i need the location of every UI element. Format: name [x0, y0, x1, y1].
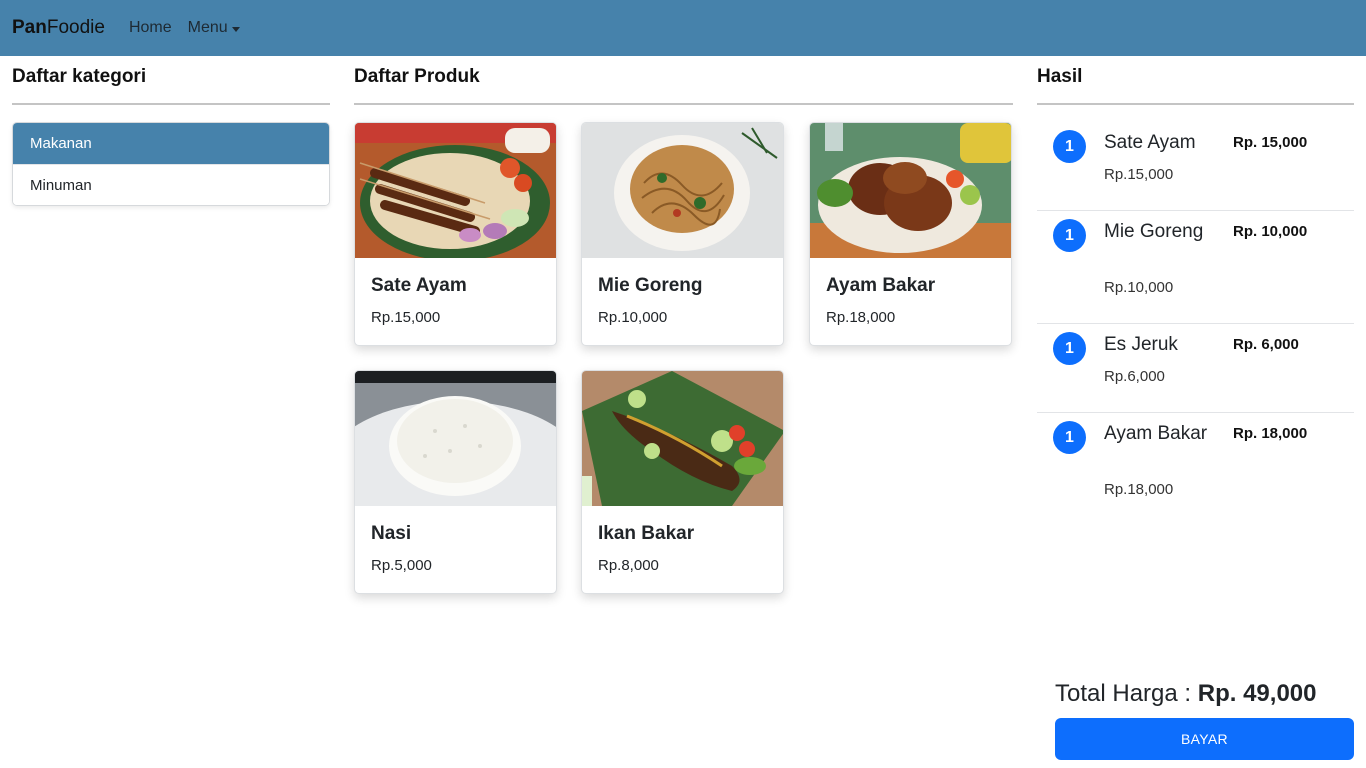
result-divider [1037, 103, 1354, 105]
result-item-es-jeruk[interactable]: 1 Es Jeruk Rp.6,000 Rp. 6,000 [1037, 324, 1354, 413]
result-item-unit-price: Rp.15,000 [1104, 166, 1174, 183]
brand-bold: Pan [12, 17, 47, 38]
result-item-sate-ayam[interactable]: 1 Sate Ayam Rp.15,000 Rp. 15,000 [1037, 122, 1354, 211]
nav-home-label: Home [128, 19, 172, 36]
result-item-name: Ayam Bakar [1104, 423, 1208, 444]
product-price: Rp.8,000 [598, 557, 659, 574]
result-item-name: Mie Goreng [1104, 221, 1204, 242]
product-price: Rp.5,000 [371, 557, 432, 574]
product-name: Sate Ayam [371, 275, 467, 296]
category-list: Makanan Minuman [12, 122, 330, 206]
navbar: PanFoodie Home Menu [0, 0, 1366, 56]
result-item-mie-goreng[interactable]: 1 Mie Goreng Rp.10,000 Rp. 10,000 [1037, 211, 1354, 324]
result-item-subtotal: Rp. 15,000 [1233, 134, 1308, 151]
product-image [810, 123, 1011, 258]
result-item-ayam-bakar[interactable]: 1 Ayam Bakar Rp.18,000 Rp. 18,000 [1037, 413, 1354, 513]
product-name: Nasi [371, 523, 412, 544]
result-item-unit-price: Rp.18,000 [1104, 481, 1174, 498]
product-image [355, 123, 556, 258]
products-title: Daftar Produk [354, 66, 480, 87]
caret-down-icon [231, 26, 240, 32]
products-divider [354, 103, 1013, 105]
nav-menu-label: Menu [187, 19, 228, 36]
result-item-name: Sate Ayam [1104, 132, 1196, 153]
product-price: Rp.15,000 [371, 309, 441, 326]
categories-title: Daftar kategori [12, 66, 147, 87]
result-item-unit-price: Rp.6,000 [1104, 368, 1165, 385]
result-item-unit-price: Rp.10,000 [1104, 279, 1174, 296]
quantity-badge: 1 [1053, 421, 1086, 454]
total-price: Total Harga : Rp. 49,000 [1055, 680, 1316, 708]
brand-rest: Foodie [46, 17, 105, 38]
pay-button[interactable]: BAYAR [1055, 718, 1354, 760]
product-name: Ikan Bakar [598, 523, 695, 544]
product-price: Rp.10,000 [598, 309, 668, 326]
product-card-ayam-bakar[interactable]: Ayam Bakar Rp.18,000 [809, 122, 1012, 346]
product-image [582, 123, 783, 258]
product-price: Rp.18,000 [826, 309, 896, 326]
result-item-subtotal: Rp. 18,000 [1233, 425, 1308, 442]
product-card-nasi[interactable]: Nasi Rp.5,000 [354, 370, 557, 594]
nav-home-link[interactable]: Home [129, 19, 172, 37]
total-value: Rp. 49,000 [1197, 680, 1317, 707]
brand-logo[interactable]: PanFoodie [12, 17, 105, 39]
quantity-badge: 1 [1053, 332, 1086, 365]
product-card-sate-ayam[interactable]: Sate Ayam Rp.15,000 [354, 122, 557, 346]
product-card-mie-goreng[interactable]: Mie Goreng Rp.10,000 [581, 122, 784, 346]
product-image [355, 371, 556, 506]
quantity-badge: 1 [1053, 219, 1086, 252]
nav-menu-dropdown[interactable]: Menu [188, 19, 240, 37]
product-card-ikan-bakar[interactable]: Ikan Bakar Rp.8,000 [581, 370, 784, 594]
result-item-name: Es Jeruk [1104, 334, 1178, 355]
result-title: Hasil [1037, 66, 1083, 87]
product-image [582, 371, 783, 506]
result-item-subtotal: Rp. 10,000 [1233, 223, 1308, 240]
product-name: Mie Goreng [598, 275, 703, 296]
category-item-minuman[interactable]: Minuman [13, 164, 329, 205]
quantity-badge: 1 [1053, 130, 1086, 163]
total-label: Total Harga : [1055, 680, 1192, 707]
category-item-makanan[interactable]: Makanan [13, 123, 329, 164]
result-item-subtotal: Rp. 6,000 [1233, 336, 1299, 353]
product-name: Ayam Bakar [826, 275, 936, 296]
categories-divider [12, 103, 330, 105]
